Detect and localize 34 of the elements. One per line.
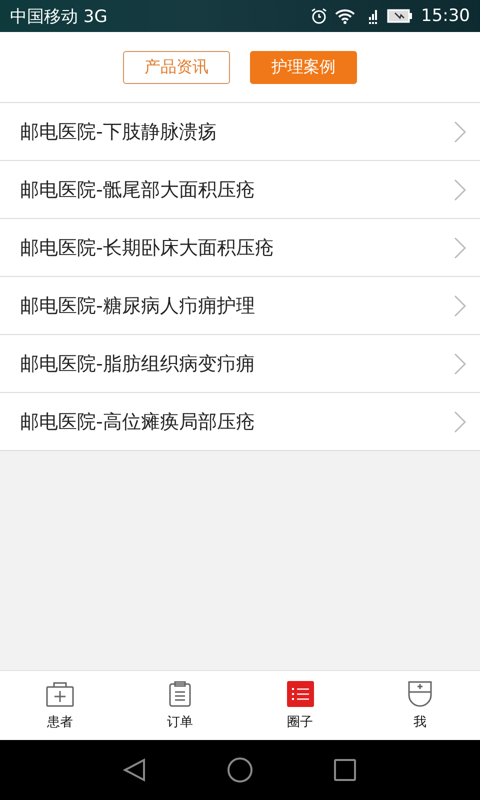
item-title: 邮电医院-高位瘫痪局部压疮 bbox=[20, 410, 256, 434]
battery-icon bbox=[387, 8, 413, 24]
clock-time: 15:30 bbox=[421, 6, 470, 26]
chevron-right-icon bbox=[454, 236, 466, 258]
list-item[interactable]: 邮电医院-长期卧床大面积压疮 bbox=[0, 219, 480, 277]
list-icon bbox=[286, 680, 314, 706]
chevron-right-icon bbox=[454, 120, 466, 142]
chevron-right-icon bbox=[454, 352, 466, 374]
chevron-right-icon bbox=[454, 178, 466, 200]
list-item[interactable]: 邮电医院-骶尾部大面积压疮 bbox=[0, 161, 480, 219]
recents-icon[interactable] bbox=[333, 758, 357, 782]
list-item[interactable]: 邮电医院-高位瘫痪局部压疮 bbox=[0, 393, 480, 451]
back-icon[interactable] bbox=[123, 758, 147, 782]
list-item[interactable]: 邮电医院-下肢静脉溃疡 bbox=[0, 103, 480, 161]
item-title: 邮电医院-糖尿病人疖痈护理 bbox=[20, 294, 256, 318]
medical-kit-icon bbox=[46, 680, 74, 706]
clipboard-icon bbox=[169, 680, 191, 706]
chevron-right-icon bbox=[454, 294, 466, 316]
tab-bar-item[interactable]: 患者 bbox=[0, 671, 120, 740]
home-icon[interactable] bbox=[227, 757, 253, 783]
item-title: 邮电医院-骶尾部大面积压疮 bbox=[20, 178, 256, 202]
item-title: 邮电医院-长期卧床大面积压疮 bbox=[20, 236, 275, 260]
alarm-icon bbox=[311, 8, 327, 24]
list-item[interactable]: 邮电医院-糖尿病人疖痈护理 bbox=[0, 277, 480, 335]
item-title: 邮电医院-下肢静脉溃疡 bbox=[20, 120, 218, 144]
tab-bar-item[interactable]: 订单 bbox=[120, 671, 240, 740]
chevron-right-icon bbox=[454, 410, 466, 432]
carrier-text: 中国移动 3G bbox=[10, 6, 108, 28]
item-title: 邮电医院-脂肪组织病变疖痈 bbox=[20, 352, 256, 376]
tab-bar-item[interactable]: 圈子 bbox=[240, 671, 360, 740]
tab-bar-item[interactable]: 我 bbox=[360, 671, 480, 740]
wifi-icon bbox=[335, 8, 355, 24]
nurse-cap-icon bbox=[408, 680, 432, 706]
list-item[interactable]: 邮电医院-脂肪组织病变疖痈 bbox=[0, 335, 480, 393]
